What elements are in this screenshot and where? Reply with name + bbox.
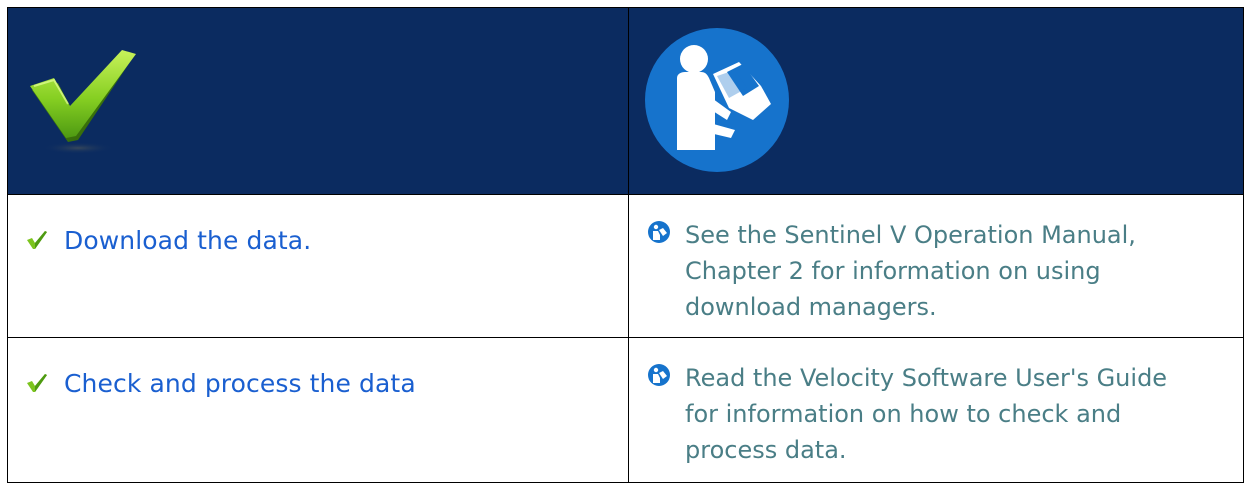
- task-table: Download the data. See the Sentinel V Op…: [7, 7, 1244, 483]
- step-cell: Check and process the data: [7, 337, 629, 483]
- header-row: [7, 7, 1244, 195]
- step-item: Check and process the data: [8, 338, 628, 400]
- reference-text: Read the Velocity Software User's Guide …: [685, 364, 1168, 464]
- read-manual-icon: [645, 28, 789, 172]
- step-text: Check and process the data: [64, 369, 416, 398]
- manual-bullet-icon: [648, 364, 670, 386]
- step-cell: Download the data.: [7, 194, 629, 338]
- reference-cell: Read the Velocity Software User's Guide …: [628, 337, 1244, 483]
- task-row: Download the data. See the Sentinel V Op…: [7, 194, 1244, 338]
- reference-text: See the Sentinel V Operation Manual, Cha…: [685, 221, 1136, 321]
- small-checkmark-icon: [27, 231, 47, 249]
- reference-item: See the Sentinel V Operation Manual, Cha…: [629, 195, 1243, 325]
- step-item: Download the data.: [8, 195, 628, 257]
- reference-item: Read the Velocity Software User's Guide …: [629, 338, 1243, 468]
- header-cell-references: [628, 7, 1244, 195]
- reference-cell: See the Sentinel V Operation Manual, Cha…: [628, 194, 1244, 338]
- header-cell-tasks: [7, 7, 629, 195]
- step-text: Download the data.: [64, 226, 312, 255]
- task-row: Check and process the data Read the Velo…: [7, 337, 1244, 483]
- small-checkmark-icon: [27, 374, 47, 392]
- manual-bullet-icon: [648, 221, 670, 243]
- green-checkmark-icon: [30, 50, 136, 154]
